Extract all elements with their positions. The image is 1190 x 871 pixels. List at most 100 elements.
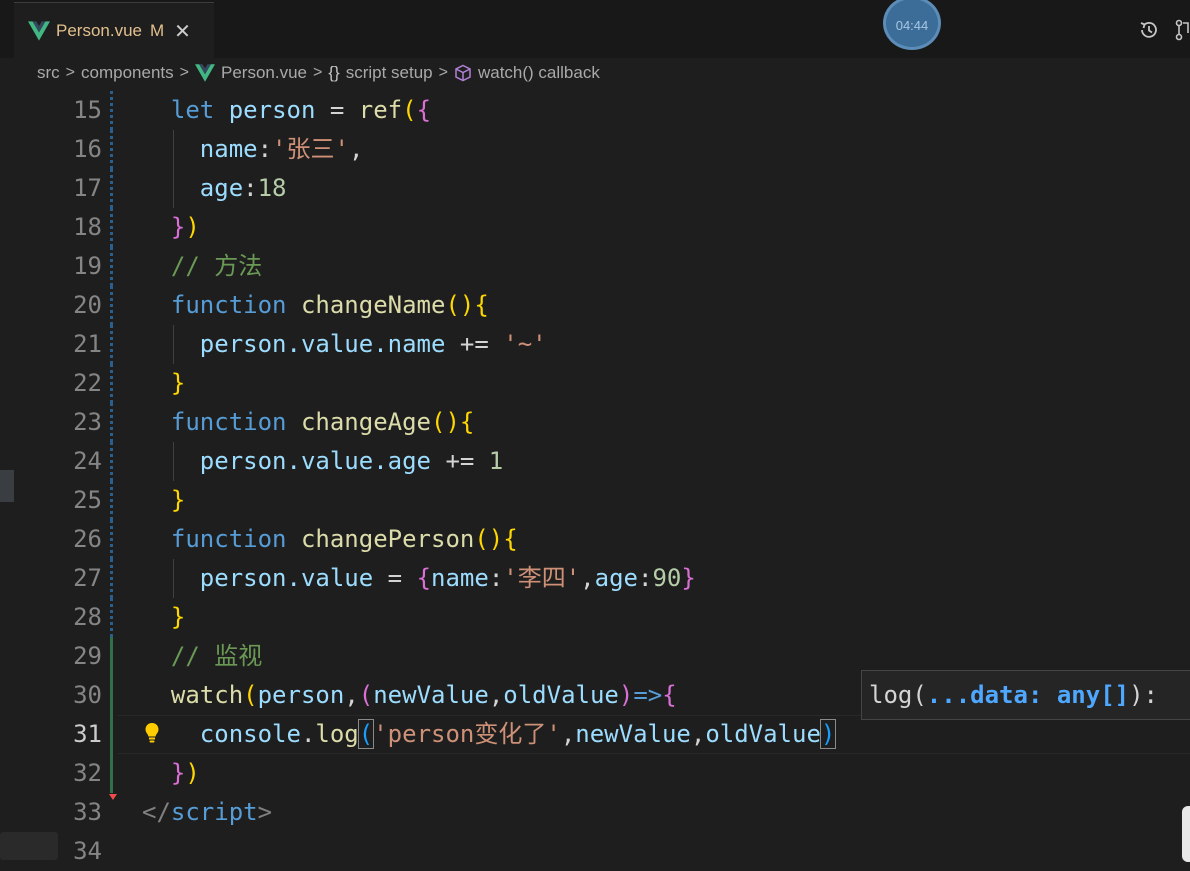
breadcrumb-components[interactable]: components	[81, 63, 174, 83]
line-number: 15	[73, 96, 102, 124]
line-number: 33	[73, 798, 102, 826]
git-change-marker	[110, 91, 113, 130]
code-text: watch(person,(newValue,oldValue)=>{	[170, 681, 677, 709]
code-line: 26 function changePerson(){	[0, 520, 1190, 559]
history-icon[interactable]	[1138, 19, 1160, 41]
line-number: 28	[73, 603, 102, 631]
git-change-marker	[110, 403, 113, 442]
line-number: 20	[73, 291, 102, 319]
fold-deleted-marker	[109, 794, 117, 800]
hint-active-param: ...data: any[]	[926, 681, 1130, 709]
parameter-hint-popup: log(...data: any[]):	[861, 670, 1190, 720]
git-change-marker	[110, 481, 113, 520]
code-line: 28 }	[0, 598, 1190, 637]
chevron-right-icon: >	[65, 64, 76, 81]
line-number: 22	[73, 369, 102, 397]
overlay-chip	[0, 832, 58, 860]
code-text: function changePerson(){	[170, 525, 518, 553]
code-line: 33 </script>	[0, 793, 1190, 832]
code-line-current: 31 console.log('person变化了',newValue,oldV…	[0, 715, 1190, 754]
chevron-right-icon: >	[179, 64, 189, 81]
breadcrumb-script-setup[interactable]: script setup	[346, 63, 433, 83]
breadcrumb-callback[interactable]: watch() callback	[478, 63, 600, 83]
line-number: 27	[73, 564, 102, 592]
code-text: })	[170, 759, 200, 787]
code-line: 16 name:'张三',	[0, 130, 1190, 169]
line-number: 26	[73, 525, 102, 553]
code-text: }	[170, 486, 186, 514]
chevron-right-icon: >	[438, 64, 448, 81]
hint-prefix: log(	[869, 681, 927, 709]
code-text: }	[170, 369, 186, 397]
code-line: 21 person.value.name += '~'	[0, 325, 1190, 364]
code-editor[interactable]: 15 let person = ref({ 16 name:'张三', 17 a…	[0, 91, 1190, 866]
git-added-marker	[110, 715, 113, 754]
code-line: 24 person.value.age += 1	[0, 442, 1190, 481]
line-number: 19	[73, 252, 102, 280]
code-text: function changeName(){	[170, 291, 489, 319]
tab-bar: Person.vue M ✕ 04:44	[0, 0, 1190, 59]
line-number: 18	[73, 213, 102, 241]
code-text: person.value.age += 1	[199, 447, 504, 475]
vue-icon	[194, 64, 215, 82]
code-text: </script>	[142, 798, 273, 826]
line-number: 25	[73, 486, 102, 514]
git-added-marker	[110, 676, 113, 715]
breadcrumb: src > components > Person.vue > {} scrip…	[0, 58, 1190, 88]
modified-indicator: M	[150, 20, 165, 40]
git-change-marker	[110, 442, 113, 481]
code-text: age:18	[199, 174, 287, 202]
code-text: let person = ref({	[170, 96, 432, 124]
code-line: 27 person.value = {name:'李四',age:90}	[0, 559, 1190, 598]
line-number: 31	[73, 720, 102, 748]
line-number: 17	[73, 174, 102, 202]
breadcrumb-file[interactable]: Person.vue	[221, 63, 307, 83]
code-text: })	[170, 213, 200, 241]
git-added-marker	[110, 637, 113, 676]
braces-icon: {}	[328, 63, 340, 82]
git-change-marker	[110, 325, 113, 364]
compare-changes-icon[interactable]	[1174, 19, 1190, 41]
git-change-marker	[110, 520, 113, 559]
git-change-marker	[110, 169, 113, 208]
code-line: 22 }	[0, 364, 1190, 403]
code-line: 23 function changeAge(){	[0, 403, 1190, 442]
code-text: }	[170, 603, 186, 631]
code-line: 17 age:18	[0, 169, 1190, 208]
tab-person-vue[interactable]: Person.vue M ✕	[14, 2, 214, 58]
close-icon[interactable]: ✕	[174, 19, 191, 43]
code-text: person.value = {name:'李四',age:90}	[199, 564, 696, 592]
git-change-marker	[110, 247, 113, 286]
git-change-marker	[110, 598, 113, 637]
code-text: person.value.name += '~'	[199, 330, 547, 358]
code-line: 32 })	[0, 754, 1190, 793]
line-number: 30	[73, 681, 102, 709]
git-change-marker	[110, 130, 113, 169]
code-line: 15 let person = ref({	[0, 91, 1190, 130]
code-line: 20 function changeName(){	[0, 286, 1190, 325]
breadcrumb-src[interactable]: src	[37, 63, 60, 83]
line-number: 29	[73, 642, 102, 670]
code-line: 34	[0, 832, 1190, 871]
line-number: 32	[73, 759, 102, 787]
chevron-right-icon: >	[312, 64, 323, 81]
timer-text: 04:44	[895, 17, 929, 33]
git-change-marker	[110, 364, 113, 403]
code-text: function changeAge(){	[170, 408, 475, 436]
tab-label: Person.vue	[56, 20, 142, 40]
method-cube-icon	[455, 64, 471, 82]
git-change-marker	[110, 208, 113, 247]
code-text: // 方法	[170, 252, 263, 280]
code-text: name:'张三',	[199, 135, 364, 163]
line-number: 24	[73, 447, 102, 475]
line-number: 21	[73, 330, 102, 358]
code-line: 18 })	[0, 208, 1190, 247]
line-number: 16	[73, 135, 102, 163]
recording-timer: 04:44	[883, 0, 941, 50]
hint-suffix: ):	[1129, 681, 1158, 709]
git-change-marker	[110, 559, 113, 598]
code-text: // 监视	[170, 642, 263, 670]
git-added-marker	[110, 754, 113, 793]
git-change-marker	[110, 286, 113, 325]
overlay-edge	[1182, 806, 1190, 862]
